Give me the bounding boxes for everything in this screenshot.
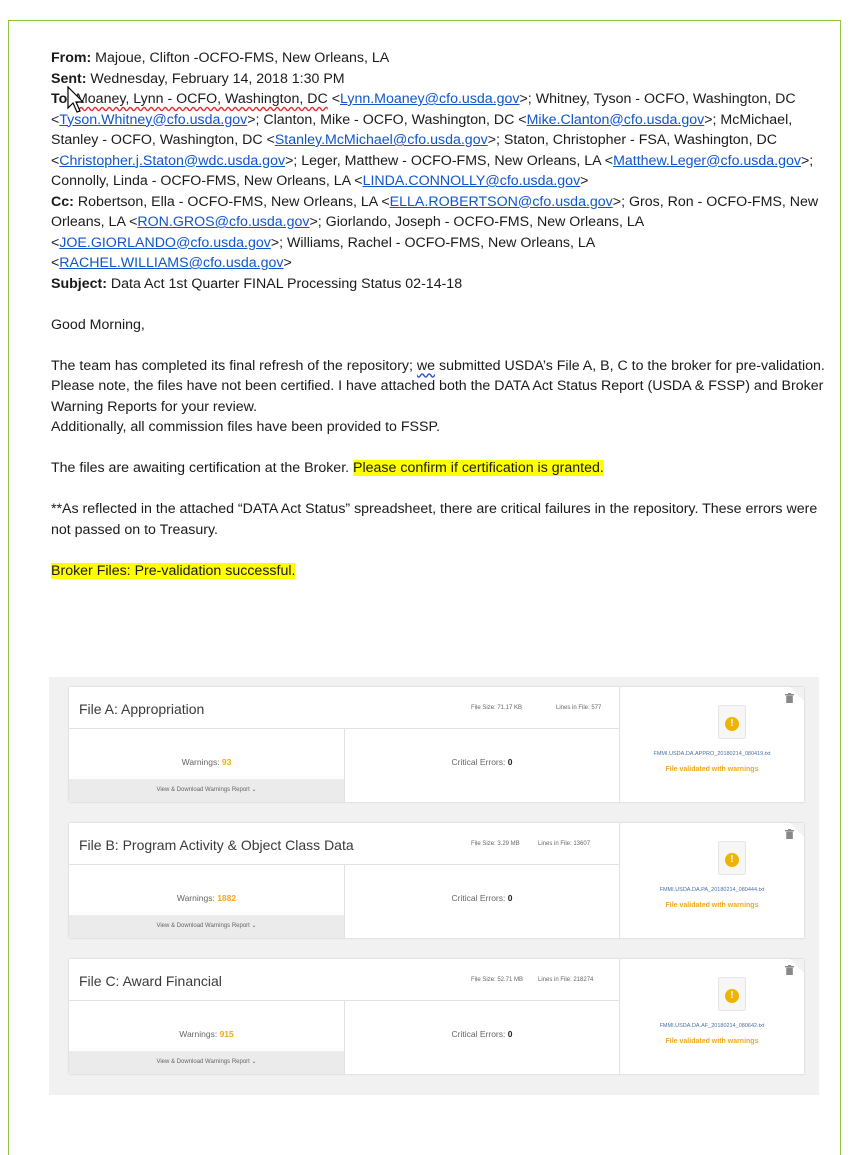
to-name: Moaney, Lynn - OCFO, Washington, DC xyxy=(75,91,328,107)
to-name: Clanton, Mike - OCFO, Washington, DC xyxy=(263,111,515,128)
email-link[interactable]: RON.GROS@cfo.usda.gov xyxy=(137,214,309,230)
email-link[interactable]: JOE.GIORLANDO@cfo.usda.gov xyxy=(59,235,271,251)
file-card-b: File B: Program Activity & Object Class … xyxy=(69,823,804,938)
trash-icon[interactable] xyxy=(785,965,794,975)
warnings-count: Warnings: 915 xyxy=(179,1029,234,1039)
paragraph-3: **As reflected in the attached “DATA Act… xyxy=(51,501,818,538)
trash-icon[interactable] xyxy=(785,693,794,703)
trash-icon[interactable] xyxy=(785,829,794,839)
file-title: File A: Appropriation xyxy=(79,701,205,717)
sent-line: Sent: Wednesday, February 14, 2018 1:30 … xyxy=(51,70,345,87)
email-link[interactable]: Matthew.Leger@cfo.usda.gov xyxy=(613,153,801,169)
warnings-count: Warnings: 93 xyxy=(181,757,232,767)
critical-errors-count: Critical Errors: 0 xyxy=(451,893,513,903)
file-status: File validated with warnings xyxy=(665,1038,759,1045)
file-name-link[interactable]: FMMI.USDA.DA.APPRO_20180214_080419.txt xyxy=(620,751,804,757)
subject-line: Subject: Data Act 1st Quarter FINAL Proc… xyxy=(51,275,463,292)
paragraph-1: The team has completed its final refresh… xyxy=(51,357,825,436)
file-warning-icon: ! xyxy=(718,841,746,875)
to-name: Staton, Christopher - FSA, Washington, D… xyxy=(503,132,777,148)
file-status: File validated with warnings xyxy=(665,766,759,773)
file-name-link[interactable]: FMMI.USDA.DA.AF_20180214_080642.txt xyxy=(620,1023,804,1029)
file-size: File Size: 71.17 KB xyxy=(471,705,523,711)
mouse-cursor-icon xyxy=(67,86,85,113)
download-warnings-button[interactable]: View & Download Warnings Report ⌄ xyxy=(69,779,344,802)
file-size: File Size: 52.71 MB xyxy=(471,977,524,983)
cc-name: Robertson, Ella - OCFO-FMS, New Orleans,… xyxy=(77,193,378,210)
file-card-a: File A: Appropriation File Size: 71.17 K… xyxy=(69,687,804,802)
download-warnings-button[interactable]: View & Download Warnings Report ⌄ xyxy=(69,915,344,938)
file-size: File Size: 3.29 MB xyxy=(471,841,520,847)
to-name: Leger, Matthew - OCFO-FMS, New Orleans, … xyxy=(301,152,601,169)
email-link[interactable]: Tyson.Whitney@cfo.usda.gov xyxy=(59,112,247,128)
file-warning-icon: ! xyxy=(718,705,746,739)
email-link[interactable]: Stanley.McMichael@cfo.usda.gov xyxy=(275,132,488,148)
file-card-c: File C: Award Financial File Size: 52.71… xyxy=(69,959,804,1074)
broker-files-line: Broker Files: Pre-validation successful. xyxy=(51,562,296,579)
paragraph-2: The files are awaiting certification at … xyxy=(51,460,604,476)
email-link[interactable]: Mike.Clanton@cfo.usda.gov xyxy=(527,112,705,128)
to-name: Connolly, Linda - OCFO-FMS, New Orleans,… xyxy=(51,173,351,189)
file-lines: Lines in File: 13607 xyxy=(538,841,591,847)
cc-name: Giorlando, Joseph - OCFO-FMS, New Orlean… xyxy=(325,214,644,230)
warnings-count: Warnings: 1882 xyxy=(176,893,237,903)
file-name-link[interactable]: FMMI.USDA.DA.PA_20180214_080444.txt xyxy=(620,887,804,893)
file-lines: Lines in File: 577 xyxy=(556,705,602,711)
email-link[interactable]: Christopher.j.Staton@wdc.usda.gov xyxy=(59,153,285,169)
greeting: Good Morning, xyxy=(51,316,145,333)
to-line: To: Moaney, Lynn - OCFO, Washington, DC … xyxy=(51,91,814,189)
file-lines: Lines in File: 218274 xyxy=(538,977,594,983)
download-warnings-button[interactable]: View & Download Warnings Report ⌄ xyxy=(69,1051,344,1074)
broker-files-panel: File A: Appropriation File Size: 71.17 K… xyxy=(49,677,819,1095)
cc-line: Cc: Robertson, Ella - OCFO-FMS, New Orle… xyxy=(51,193,819,272)
highlighted-request: Please confirm if certification is grant… xyxy=(353,460,604,476)
file-status: File validated with warnings xyxy=(665,902,759,909)
from-line: From: Majoue, Clifton -OCFO-FMS, New Orl… xyxy=(51,50,390,66)
critical-errors-count: Critical Errors: 0 xyxy=(451,757,513,767)
file-title: File C: Award Financial xyxy=(79,973,222,989)
email-link[interactable]: ELLA.ROBERTSON@cfo.usda.gov xyxy=(390,194,613,210)
file-warning-icon: ! xyxy=(718,977,746,1011)
critical-errors-count: Critical Errors: 0 xyxy=(451,1029,513,1039)
email-link[interactable]: LINDA.CONNOLLY@cfo.usda.gov xyxy=(363,173,581,189)
email-link[interactable]: Lynn.Moaney@cfo.usda.gov xyxy=(340,91,520,107)
email-link[interactable]: RACHEL.WILLIAMS@cfo.usda.gov xyxy=(59,255,283,271)
cc-name: Williams, Rachel - OCFO-FMS, New Orleans… xyxy=(287,234,595,251)
email-body: From: Majoue, Clifton -OCFO-FMS, New Orl… xyxy=(51,48,831,581)
file-title: File B: Program Activity & Object Class … xyxy=(79,837,354,853)
to-name: Whitney, Tyson - OCFO, Washington, DC xyxy=(535,91,796,107)
